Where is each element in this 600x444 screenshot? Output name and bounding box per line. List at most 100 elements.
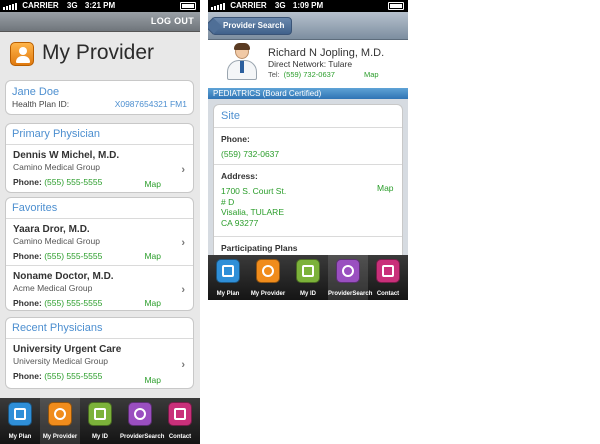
- status-bar: CARRIER 3G 3:21 PM: [0, 0, 200, 12]
- contact-icon: [376, 259, 400, 283]
- tab-label: My ID: [299, 291, 316, 297]
- contact-icon: [168, 402, 192, 426]
- list-item[interactable]: Yaara Dror, M.D. Camino Medical Group Ph…: [6, 219, 193, 266]
- phone-link[interactable]: (559) 732-0637: [284, 70, 335, 79]
- tab-label: My Provider: [250, 291, 286, 297]
- my-provider-icon: [256, 259, 280, 283]
- tab-contact[interactable]: Contact: [368, 255, 408, 300]
- tab-contact[interactable]: Contact: [160, 398, 200, 444]
- logout-button[interactable]: LOG OUT: [151, 16, 194, 26]
- phone-label: Phone:: [13, 177, 42, 187]
- health-plan-label: Health Plan ID:: [12, 99, 70, 109]
- tab-my-id[interactable]: My ID: [288, 255, 328, 300]
- phone-label: Phone:: [13, 251, 42, 261]
- chevron-right-icon[interactable]: ›: [181, 359, 185, 371]
- medical-group: Camino Medical Group: [13, 162, 100, 172]
- map-link[interactable]: Map: [144, 375, 161, 385]
- tab-provider-search[interactable]: ProviderSearch: [328, 255, 373, 300]
- section-header: Favorites: [6, 198, 193, 219]
- member-name: Jane Doe: [12, 86, 60, 98]
- list-item[interactable]: Dennis W Michel, M.D. Camino Medical Gro…: [6, 145, 193, 192]
- phone-link[interactable]: (555) 555-5555: [44, 251, 102, 261]
- tab-label: My Plan: [8, 434, 32, 440]
- tab-my-plan[interactable]: My Plan: [0, 398, 40, 444]
- tab-my-plan[interactable]: My Plan: [208, 255, 248, 300]
- tab-label: ProviderSearch: [120, 434, 165, 440]
- member-card: Jane Doe Health Plan ID: X0987654321 FM1: [5, 80, 194, 115]
- primary-physician-card: Primary Physician Dennis W Michel, M.D. …: [5, 123, 194, 193]
- recent-physicians-card: Recent Physicians University Urgent Care…: [5, 317, 194, 389]
- health-plan-id: X0987654321 FM1: [114, 99, 187, 109]
- provider-name: Richard N Jopling, M.D.: [268, 47, 385, 59]
- phone-link[interactable]: (555) 555-5555: [44, 298, 102, 308]
- list-item[interactable]: University Urgent Care University Medica…: [6, 339, 193, 388]
- phone-label: Phone:: [13, 371, 42, 381]
- site-card: Site Phone: (559) 732-0637 Address: 1700…: [213, 104, 403, 264]
- chevron-right-icon[interactable]: ›: [181, 164, 185, 176]
- page-title: My Provider: [42, 41, 155, 64]
- phone-section: Phone: (559) 732-0637: [214, 128, 402, 165]
- battery-icon: [180, 2, 196, 10]
- doctor-avatar-icon: [224, 43, 260, 82]
- clock: 1:09 PM: [292, 1, 324, 10]
- my-plan-icon: [8, 402, 32, 426]
- tab-label: My Provider: [42, 434, 78, 440]
- tab-my-id[interactable]: My ID: [80, 398, 120, 444]
- tab-provider-search[interactable]: ProviderSearch: [120, 398, 165, 444]
- my-provider-icon: [10, 42, 34, 66]
- back-button[interactable]: Provider Search: [212, 17, 293, 35]
- favorites-card: Favorites Yaara Dror, M.D. Camino Medica…: [5, 197, 194, 311]
- chevron-right-icon[interactable]: ›: [181, 284, 185, 296]
- phone-link[interactable]: (559) 732-0637: [221, 149, 402, 160]
- map-link[interactable]: Map: [364, 70, 379, 79]
- battery-icon: [388, 2, 404, 10]
- provider-name: Yaara Dror, M.D.: [13, 224, 90, 235]
- my-plan-icon: [216, 259, 240, 283]
- phone-link[interactable]: (555) 555-5555: [44, 371, 102, 381]
- map-link[interactable]: Map: [377, 183, 394, 193]
- phone-label: Phone:: [221, 134, 250, 144]
- my-id-icon: [296, 259, 320, 283]
- provider-name: University Urgent Care: [13, 344, 122, 355]
- navigation-bar: LOG OUT: [0, 12, 200, 32]
- right-phone-screen: CARRIER 3G 1:09 PM Provider Search Richa…: [208, 0, 408, 300]
- map-link[interactable]: Map: [144, 251, 161, 261]
- tab-label: Contact: [376, 291, 400, 297]
- section-header: Primary Physician: [6, 124, 193, 145]
- address-label: Address:: [221, 171, 258, 181]
- status-bar: CARRIER 3G 1:09 PM: [208, 0, 408, 12]
- chevron-right-icon[interactable]: ›: [181, 237, 185, 249]
- tab-bar: My Plan My Provider My ID ProviderSearch…: [0, 398, 200, 444]
- tab-label: Contact: [168, 434, 192, 440]
- provider-name: Noname Doctor, M.D.: [13, 271, 114, 282]
- phone-link[interactable]: (555) 555-5555: [44, 177, 102, 187]
- medical-group: University Medical Group: [13, 356, 108, 366]
- medical-group: Acme Medical Group: [13, 283, 93, 293]
- navigation-bar: Provider Search: [208, 12, 408, 40]
- address-section: Address: 1700 S. Court St. # D Visalia, …: [214, 165, 402, 237]
- address-line: # D: [221, 196, 235, 207]
- tab-my-provider[interactable]: My Provider: [248, 255, 288, 300]
- provider-network: Direct Network: Tulare: [268, 59, 353, 69]
- address-line: CA 93277: [221, 217, 259, 228]
- tab-my-provider[interactable]: My Provider: [40, 398, 80, 444]
- map-link[interactable]: Map: [144, 298, 161, 308]
- provider-header: Richard N Jopling, M.D. Direct Network: …: [208, 40, 408, 88]
- clock: 3:21 PM: [84, 1, 116, 10]
- list-item[interactable]: Noname Doctor, M.D. Acme Medical Group P…: [6, 266, 193, 310]
- tab-label: ProviderSearch: [328, 291, 373, 297]
- tab-label: My ID: [91, 434, 108, 440]
- address-line: Visalia, TULARE: [221, 207, 284, 217]
- address-line: 1700 S. Court St.: [221, 186, 287, 196]
- specialty-banner: PEDIATRICS (Board Certified): [208, 88, 408, 99]
- provider-search-icon: [336, 259, 360, 283]
- left-phone-screen: CARRIER 3G 3:21 PM LOG OUT My Provider J…: [0, 0, 200, 444]
- map-link[interactable]: Map: [144, 179, 161, 189]
- section-header: Recent Physicians: [6, 318, 193, 339]
- tel-label: Tel:: [268, 70, 280, 79]
- provider-name: Dennis W Michel, M.D.: [13, 150, 120, 161]
- my-provider-icon: [48, 402, 72, 426]
- provider-search-icon: [128, 402, 152, 426]
- tab-label: My Plan: [216, 291, 240, 297]
- medical-group: Camino Medical Group: [13, 236, 100, 246]
